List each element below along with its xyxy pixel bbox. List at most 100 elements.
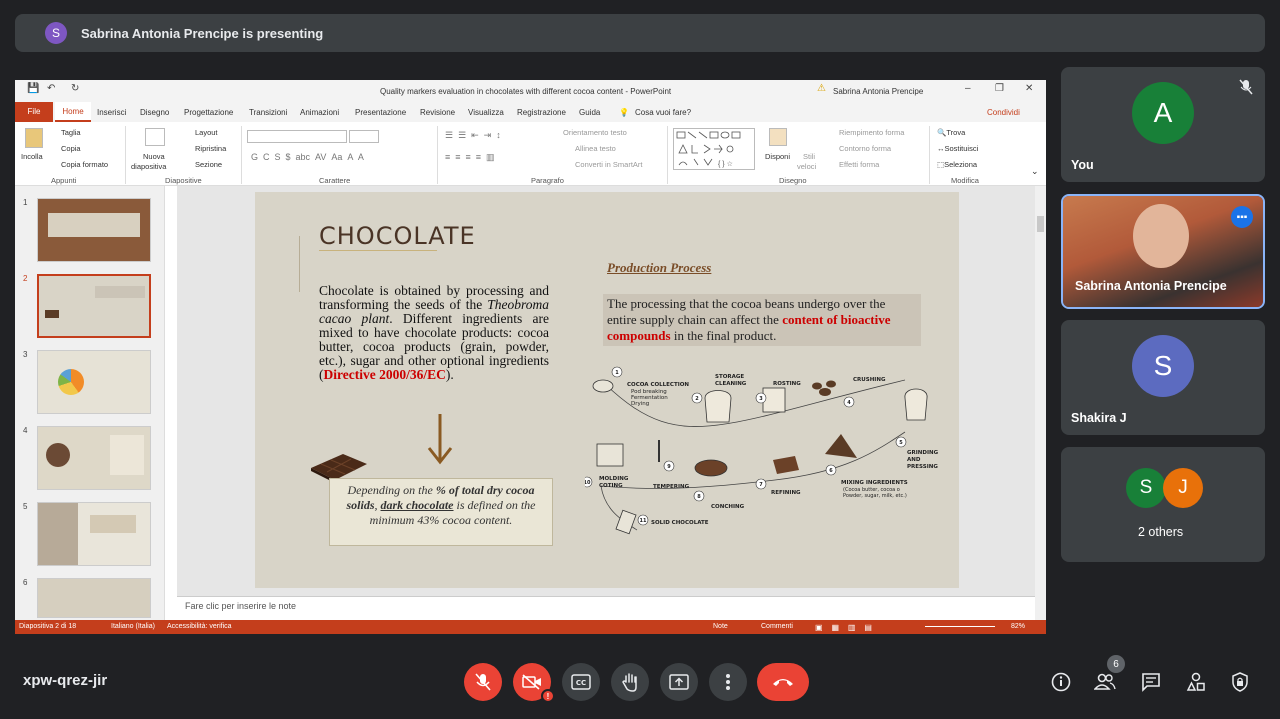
arrange-icon[interactable]: [769, 128, 787, 146]
close-icon[interactable]: ✕: [1025, 83, 1033, 94]
slide-thumbnails-pane[interactable]: 1 2 3 4 5 6: [15, 186, 165, 620]
slide-thumbnail-6[interactable]: [37, 578, 151, 618]
slide-thumbnail-3[interactable]: [37, 350, 151, 414]
new-slide-button[interactable]: Nuova: [143, 152, 165, 161]
restore-icon[interactable]: ❐: [995, 83, 1004, 94]
slide-scrollbar[interactable]: [1035, 186, 1046, 620]
tab-inserisci[interactable]: Inserisci: [97, 108, 126, 117]
undo-icon[interactable]: ↶: [47, 83, 55, 94]
language-indicator[interactable]: Italiano (Italia): [111, 623, 155, 630]
people-button[interactable]: 6: [1093, 655, 1125, 694]
step-label: Drying: [631, 401, 649, 407]
font-format-buttons[interactable]: G C S $ abc AV Aa A A: [251, 152, 364, 162]
present-now-button[interactable]: [660, 663, 698, 701]
ppt-window-title: Quality markers evaluation in chocolates…: [380, 87, 672, 96]
meeting-details-button[interactable]: [1049, 670, 1073, 694]
text-direction-button[interactable]: Orientamento testo: [563, 128, 627, 137]
align-text-button[interactable]: Allinea testo: [575, 144, 616, 153]
tab-registrazione[interactable]: Registrazione: [517, 108, 566, 117]
zoom-slider[interactable]: [925, 626, 995, 627]
comments-button[interactable]: Commenti: [761, 623, 793, 630]
step-number: 3: [759, 396, 763, 402]
tab-transizioni[interactable]: Transizioni: [249, 108, 287, 117]
mic-toggle-button[interactable]: [464, 663, 502, 701]
tab-file[interactable]: File: [15, 102, 53, 122]
captions-button[interactable]: CC: [562, 663, 600, 701]
camera-toggle-button[interactable]: !: [513, 663, 555, 703]
thumb-number: 6: [23, 578, 28, 587]
slide-thumbnail-5[interactable]: [37, 502, 151, 566]
step-label: COTING: [599, 483, 623, 489]
slide-canvas[interactable]: CHOCOLATE Chocolate is obtained by proce…: [255, 192, 959, 588]
redo-icon[interactable]: ↻: [71, 83, 79, 94]
cut-button[interactable]: Taglia: [61, 128, 81, 137]
activities-button[interactable]: [1184, 670, 1208, 694]
arrange-button[interactable]: Disponi: [765, 152, 790, 161]
reset-button[interactable]: Ripristina: [195, 144, 226, 153]
format-painter-button[interactable]: Copia formato: [61, 160, 108, 169]
notes-button[interactable]: Note: [713, 623, 728, 630]
find-button[interactable]: 🔍 Trova: [937, 128, 965, 137]
align-buttons[interactable]: ≡ ≡ ≡ ≡ ▥: [445, 152, 495, 163]
section-button[interactable]: Sezione: [195, 160, 222, 169]
step-label: TEMPERING: [653, 484, 690, 490]
tab-animazioni[interactable]: Animazioni: [300, 108, 339, 117]
raise-hand-button[interactable]: [611, 663, 649, 701]
save-icon[interactable]: 💾: [27, 83, 39, 94]
share-button[interactable]: Condividi: [987, 108, 1020, 117]
ribbon-collapse-icon[interactable]: ⌄: [1031, 166, 1039, 177]
list-buttons[interactable]: ☰ ☰ ⇤ ⇥ ↕: [445, 130, 501, 141]
new-slide-icon[interactable]: [145, 128, 165, 146]
slide-thumbnail-2[interactable]: [37, 274, 151, 338]
shape-effects-button[interactable]: Effetti forma: [839, 160, 879, 169]
participant-tile-shakira[interactable]: S Shakira J: [1061, 320, 1265, 435]
smartart-button[interactable]: Converti in SmartArt: [575, 160, 643, 169]
step-label: GRINDING: [907, 450, 939, 456]
editing-group-label: Modifica: [951, 176, 979, 185]
tell-me-search[interactable]: Cosa vuoi fare?: [635, 108, 691, 117]
tab-presentazione[interactable]: Presentazione: [355, 108, 406, 117]
paste-icon[interactable]: [25, 128, 43, 148]
cocoa-pod-drawing: [592, 379, 614, 393]
step-label: CLEANING: [715, 381, 747, 387]
participant-tile-others[interactable]: S J 2 others: [1061, 447, 1265, 562]
clipboard-group-label: Appunti: [51, 176, 77, 185]
tab-disegno[interactable]: Disegno: [140, 108, 169, 117]
shape-outline-button[interactable]: Contorno forma: [839, 144, 891, 153]
host-controls-button[interactable]: [1228, 670, 1252, 694]
view-buttons[interactable]: ▣ ▦ ▥ ▤: [815, 623, 872, 632]
paste-button[interactable]: Incolla: [21, 152, 43, 161]
slide-thumbnail-4[interactable]: [37, 426, 151, 490]
slide-thumbnail-1[interactable]: [37, 198, 151, 262]
people-count-badge: 6: [1107, 655, 1125, 673]
notes-pane[interactable]: Fare clic per inserire le note: [177, 596, 1035, 620]
shape-fill-button[interactable]: Riempimento forma: [839, 128, 904, 137]
chat-button[interactable]: [1139, 670, 1163, 694]
font-size-select[interactable]: [349, 130, 379, 143]
accessibility-indicator[interactable]: Accessibilità: verifica: [167, 623, 232, 630]
copy-button[interactable]: Copia: [61, 144, 81, 153]
tab-guida[interactable]: Guida: [579, 108, 600, 117]
leave-call-button[interactable]: [757, 663, 809, 701]
participant-tile-presenter[interactable]: ▪▪▪ Sabrina Antonia Prencipe: [1061, 194, 1265, 309]
tab-revisione[interactable]: Revisione: [420, 108, 455, 117]
more-options-button[interactable]: [709, 663, 747, 701]
new-slide-button-line2[interactable]: diapositiva: [131, 162, 166, 171]
tab-visualizza[interactable]: Visualizza: [468, 108, 504, 117]
step-label: MOLDING: [599, 476, 629, 482]
font-name-select[interactable]: [247, 130, 347, 143]
minimize-icon[interactable]: –: [965, 83, 971, 94]
layout-button[interactable]: Layout: [195, 128, 218, 137]
step-number: 7: [759, 482, 763, 488]
zoom-level[interactable]: 82%: [1011, 623, 1025, 630]
step-number: 8: [697, 494, 701, 500]
shapes-gallery[interactable]: { } ☆: [673, 128, 755, 170]
tab-progettazione[interactable]: Progettazione: [184, 108, 233, 117]
tab-home[interactable]: Home: [55, 102, 91, 122]
font-group-label: Carattere: [319, 176, 351, 185]
quick-styles-button-line2[interactable]: veloci: [797, 162, 816, 171]
quick-styles-button[interactable]: Stili: [803, 152, 815, 161]
select-button[interactable]: ⬚ Seleziona: [937, 160, 977, 169]
replace-button[interactable]: ↔ Sostituisci: [937, 144, 978, 153]
participant-tile-you[interactable]: A You: [1061, 67, 1265, 182]
